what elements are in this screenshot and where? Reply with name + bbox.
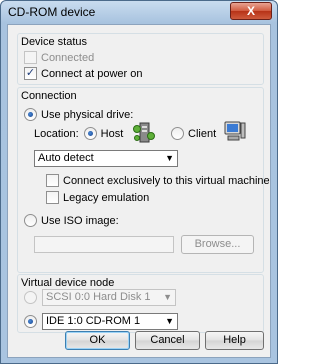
scsi-radio-row[interactable]: [24, 291, 41, 304]
use-physical-label: Use physical drive:: [41, 108, 134, 121]
device-status-group: Device status Connected ✓ Connect at pow…: [17, 33, 264, 85]
client-radio[interactable]: [171, 127, 184, 140]
browse-button[interactable]: Browse...: [181, 235, 254, 254]
use-iso-radio[interactable]: [24, 214, 37, 227]
host-radio[interactable]: [83, 127, 97, 140]
client-label: Client: [188, 127, 217, 140]
connected-label: Connected: [41, 51, 95, 64]
use-iso-radio-row[interactable]: Use ISO image:: [24, 214, 119, 227]
location-row: Location: Host: [34, 127, 123, 140]
connected-checkbox[interactable]: [24, 51, 37, 64]
host-computer-icon: [133, 122, 155, 143]
cancel-button[interactable]: Cancel: [135, 331, 200, 350]
connect-power-checkbox[interactable]: ✓: [24, 67, 37, 80]
ide-radio-row[interactable]: [24, 315, 41, 328]
ok-button[interactable]: OK: [65, 331, 130, 350]
ide-node-value: IDE 1:0 CD-ROM 1: [46, 315, 141, 327]
connect-power-label: Connect at power on: [41, 67, 143, 80]
chevron-down-icon: ▼: [163, 292, 172, 302]
connected-checkbox-row[interactable]: Connected: [24, 51, 94, 64]
client-computer-icon: [224, 121, 246, 141]
host-label: Host: [100, 127, 124, 140]
device-status-title: Device status: [21, 36, 88, 48]
use-physical-radio-row[interactable]: Use physical drive:: [24, 108, 133, 121]
exclusive-label: Connect exclusively to this virtual mach…: [63, 174, 270, 187]
location-label: Location:: [34, 127, 79, 140]
ide-node-select[interactable]: IDE 1:0 CD-ROM 1 ▼: [42, 313, 178, 330]
iso-path-input[interactable]: [34, 236, 174, 253]
ide-radio[interactable]: [24, 315, 37, 328]
dialog-window: CD-ROM device X Device status Connected …: [0, 0, 278, 364]
chevron-down-icon: ▼: [165, 316, 174, 326]
help-button[interactable]: Help: [205, 331, 264, 350]
scsi-radio[interactable]: [24, 291, 37, 304]
dialog-body: Device status Connected ✓ Connect at pow…: [7, 24, 271, 358]
window-title: CD-ROM device: [8, 5, 96, 19]
use-physical-radio[interactable]: [24, 108, 37, 121]
check-mark-icon: ✓: [25, 67, 36, 79]
chevron-down-icon: ▼: [165, 153, 174, 163]
legacy-label: Legacy emulation: [63, 191, 150, 204]
client-radio-row[interactable]: Client: [171, 127, 216, 140]
use-iso-label: Use ISO image:: [41, 214, 119, 227]
connect-power-checkbox-row[interactable]: ✓ Connect at power on: [24, 67, 143, 80]
virtual-node-group: Virtual device node SCSI 0:0 Hard Disk 1…: [17, 274, 264, 333]
physical-drive-value: Auto detect: [38, 152, 94, 164]
scsi-node-value: SCSI 0:0 Hard Disk 1: [46, 291, 151, 303]
connection-group: Connection Use physical drive: Location:…: [17, 87, 270, 273]
close-icon: X: [246, 4, 255, 18]
virtual-node-title: Virtual device node: [21, 277, 115, 289]
close-button[interactable]: X: [230, 2, 272, 20]
exclusive-checkbox-row[interactable]: Connect exclusively to this virtual mach…: [46, 174, 270, 187]
title-bar[interactable]: CD-ROM device X: [1, 1, 277, 23]
physical-drive-select[interactable]: Auto detect ▼: [34, 150, 178, 167]
connection-title: Connection: [21, 90, 77, 102]
legacy-checkbox[interactable]: [46, 191, 59, 204]
exclusive-checkbox[interactable]: [46, 174, 59, 187]
legacy-checkbox-row[interactable]: Legacy emulation: [46, 191, 149, 204]
scsi-node-select[interactable]: SCSI 0:0 Hard Disk 1 ▼: [42, 289, 176, 306]
